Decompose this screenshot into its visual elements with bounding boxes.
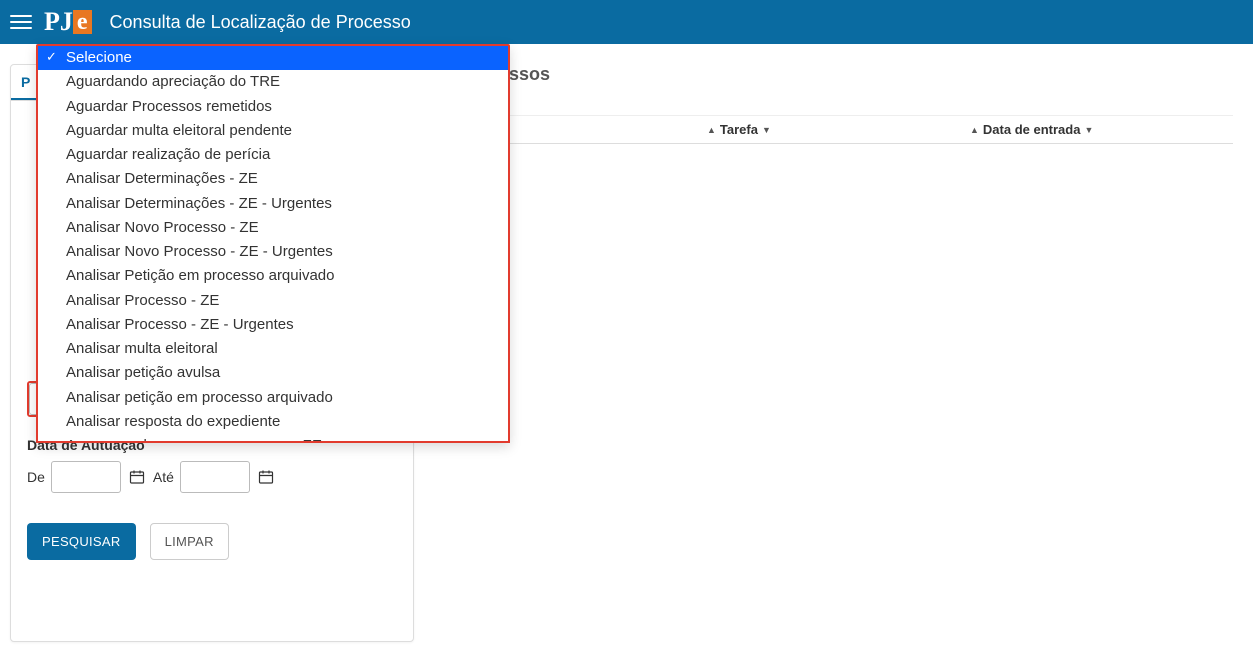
results-area: s Processos ▲Fluxo▼▲Tarefa▼▲Data de entr… [434, 64, 1243, 144]
sort-up-icon[interactable]: ▲ [707, 125, 716, 135]
menu-icon[interactable] [10, 11, 32, 33]
dropdown-option[interactable]: Analisar multa eleitoral [38, 337, 508, 361]
results-title: s Processos [444, 64, 1233, 85]
dropdown-option[interactable]: Aguardar realização de perícia [38, 143, 508, 167]
dropdown-option[interactable]: Aguardar Processos remetidos [38, 95, 508, 119]
date-field-group: Data de Autuação De Até [27, 437, 397, 493]
brand-letter-p: P [44, 7, 60, 37]
dropdown-option[interactable]: Analisar Processo - ZE - Urgentes [38, 313, 508, 337]
dropdown-option[interactable]: Analisar Novo Processo - ZE - Urgentes [38, 240, 508, 264]
search-button[interactable]: PESQUISAR [27, 523, 136, 560]
dropdown-option[interactable]: Analisar Petição em processo arquivado [38, 264, 508, 288]
dropdown-option[interactable]: Analisar Novo Processo - ZE [38, 216, 508, 240]
date-from-input[interactable] [51, 461, 121, 493]
calendar-icon[interactable] [127, 467, 147, 487]
clear-button[interactable]: LIMPAR [150, 523, 229, 560]
tarefa-dropdown-list[interactable]: SelecioneAguardando apreciação do TREAgu… [36, 44, 510, 443]
dropdown-option[interactable]: Selecione [38, 46, 508, 70]
sort-down-icon[interactable]: ▼ [762, 125, 771, 135]
date-to-label: Até [153, 469, 174, 485]
results-header-row: ▲Fluxo▼▲Tarefa▼▲Data de entrada▼ [444, 115, 1233, 144]
calendar-icon[interactable] [256, 467, 276, 487]
sort-up-icon[interactable]: ▲ [970, 125, 979, 135]
brand-logo[interactable]: P J e [44, 7, 92, 37]
dropdown-option[interactable]: Aguardando apreciação do TRE [38, 70, 508, 94]
app-header: P J e Consulta de Localização de Process… [0, 0, 1253, 44]
column-label: Tarefa [720, 122, 758, 137]
brand-letter-e: e [73, 10, 92, 34]
dropdown-option[interactable]: Analisar resposta do expediente [38, 410, 508, 434]
column-label: Data de entrada [983, 122, 1081, 137]
page-title: Consulta de Localização de Processo [110, 12, 411, 33]
dropdown-option[interactable]: Analisar Determinações - ZE - Urgentes [38, 192, 508, 216]
dropdown-option[interactable]: Analisar Determinações - ZE [38, 167, 508, 191]
date-to-input[interactable] [180, 461, 250, 493]
column-header[interactable]: ▲ Data de entrada▼ [970, 122, 1233, 137]
brand-letter-j: J [60, 7, 73, 37]
dropdown-option[interactable]: Apensar e desapensar processos - ZE [38, 434, 508, 443]
date-from-label: De [27, 469, 45, 485]
dropdown-option[interactable]: Analisar petição avulsa [38, 361, 508, 385]
dropdown-option[interactable]: Analisar petição em processo arquivado [38, 386, 508, 410]
sort-down-icon[interactable]: ▼ [1084, 125, 1093, 135]
column-header[interactable]: ▲ Tarefa ▼ [707, 122, 970, 137]
dropdown-option[interactable]: Aguardar multa eleitoral pendente [38, 119, 508, 143]
dropdown-option[interactable]: Analisar Processo - ZE [38, 289, 508, 313]
